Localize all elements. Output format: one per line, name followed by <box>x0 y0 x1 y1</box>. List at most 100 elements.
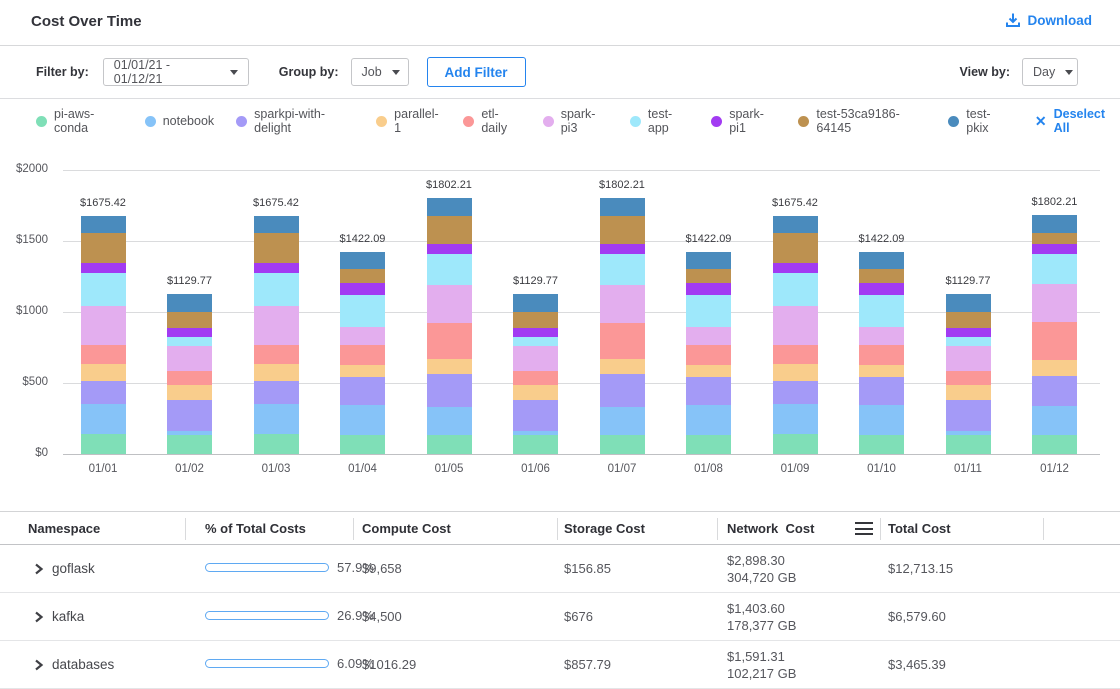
bar-01/11[interactable] <box>946 294 991 454</box>
bar-segment-parallel-1[interactable] <box>946 385 991 400</box>
bar-segment-pi-aws-conda[interactable] <box>1032 435 1077 454</box>
bar-segment-sparkpi-with-delight[interactable] <box>427 374 472 406</box>
bar-segment-spark-pi3[interactable] <box>600 285 645 323</box>
bar-segment-spark-pi1[interactable] <box>427 244 472 254</box>
bar-segment-spark-pi3[interactable] <box>81 306 126 346</box>
bar-segment-spark-pi1[interactable] <box>340 283 385 295</box>
bar-segment-sparkpi-with-delight[interactable] <box>859 377 904 405</box>
bar-segment-parallel-1[interactable] <box>773 364 818 380</box>
bar-segment-test-pkix[interactable] <box>513 294 558 313</box>
bar-segment-spark-pi3[interactable] <box>773 306 818 346</box>
bar-segment-spark-pi1[interactable] <box>600 244 645 254</box>
bar-segment-parallel-1[interactable] <box>1032 360 1077 376</box>
bar-segment-spark-pi3[interactable] <box>254 306 299 346</box>
bar-segment-etl-daily[interactable] <box>859 345 904 365</box>
bar-segment-sparkpi-with-delight[interactable] <box>513 400 558 431</box>
chevron-right-icon[interactable] <box>33 611 44 623</box>
bar-segment-notebook[interactable] <box>859 405 904 435</box>
bar-01/05[interactable] <box>427 198 472 454</box>
bar-segment-spark-pi3[interactable] <box>427 285 472 323</box>
bar-segment-parallel-1[interactable] <box>167 385 212 400</box>
bar-segment-test-pkix[interactable] <box>946 294 991 313</box>
bar-segment-sparkpi-with-delight[interactable] <box>167 400 212 431</box>
bar-segment-sparkpi-with-delight[interactable] <box>81 381 126 405</box>
bar-segment-etl-daily[interactable] <box>340 345 385 365</box>
bar-segment-test-53ca9186-64145[interactable] <box>1032 233 1077 244</box>
download-button[interactable]: Download <box>1005 12 1093 28</box>
table-menu-icon[interactable] <box>855 522 873 536</box>
bar-segment-etl-daily[interactable] <box>254 345 299 364</box>
bar-segment-etl-daily[interactable] <box>946 371 991 385</box>
bar-segment-sparkpi-with-delight[interactable] <box>946 400 991 431</box>
bar-segment-test-app[interactable] <box>859 295 904 327</box>
bar-segment-test-pkix[interactable] <box>81 216 126 233</box>
bar-segment-pi-aws-conda[interactable] <box>773 434 818 454</box>
bar-segment-pi-aws-conda[interactable] <box>254 434 299 454</box>
bar-segment-spark-pi1[interactable] <box>946 328 991 338</box>
bar-segment-test-app[interactable] <box>686 295 731 327</box>
bar-segment-notebook[interactable] <box>254 404 299 434</box>
bar-segment-pi-aws-conda[interactable] <box>686 435 731 454</box>
view-by-dropdown[interactable]: Day <box>1022 58 1078 86</box>
bar-segment-test-53ca9186-64145[interactable] <box>513 312 558 327</box>
bar-segment-test-app[interactable] <box>81 273 126 306</box>
bar-segment-test-app[interactable] <box>427 254 472 285</box>
bar-segment-spark-pi3[interactable] <box>513 346 558 371</box>
legend-item-spark-pi3[interactable]: spark-pi3 <box>543 107 608 135</box>
bar-segment-notebook[interactable] <box>686 405 731 435</box>
bar-segment-notebook[interactable] <box>773 404 818 434</box>
bar-segment-spark-pi1[interactable] <box>254 263 299 273</box>
bar-segment-test-53ca9186-64145[interactable] <box>254 233 299 262</box>
bar-01/02[interactable] <box>167 294 212 454</box>
bar-segment-spark-pi1[interactable] <box>81 263 126 273</box>
bar-segment-etl-daily[interactable] <box>81 345 126 364</box>
bar-segment-test-53ca9186-64145[interactable] <box>859 269 904 283</box>
legend-item-pi-aws-conda[interactable]: pi-aws-conda <box>36 107 123 135</box>
bar-segment-spark-pi3[interactable] <box>167 346 212 371</box>
bar-segment-etl-daily[interactable] <box>167 371 212 385</box>
bar-segment-spark-pi3[interactable] <box>686 327 731 345</box>
bar-segment-parallel-1[interactable] <box>340 365 385 376</box>
bar-segment-etl-daily[interactable] <box>427 323 472 360</box>
bar-segment-test-pkix[interactable] <box>167 294 212 313</box>
bar-segment-test-pkix[interactable] <box>427 198 472 215</box>
bar-segment-test-pkix[interactable] <box>773 216 818 233</box>
bar-segment-test-app[interactable] <box>254 273 299 306</box>
date-range-dropdown[interactable]: 01/01/21 - 01/12/21 <box>103 58 249 86</box>
deselect-all-button[interactable]: ✕ Deselect All <box>1035 107 1120 135</box>
bar-segment-pi-aws-conda[interactable] <box>427 435 472 454</box>
bar-segment-notebook[interactable] <box>427 407 472 436</box>
legend-item-spark-pi1[interactable]: spark-pi1 <box>711 107 776 135</box>
legend-item-test-app[interactable]: test-app <box>630 107 689 135</box>
bar-01/04[interactable] <box>340 252 385 454</box>
table-row-goflask[interactable]: goflask 57.9% $9,658 $156.85 $2,898.3030… <box>0 545 1120 593</box>
bar-segment-spark-pi1[interactable] <box>513 328 558 338</box>
bar-segment-test-pkix[interactable] <box>859 252 904 269</box>
bar-segment-etl-daily[interactable] <box>1032 322 1077 360</box>
legend-item-notebook[interactable]: notebook <box>145 114 214 128</box>
group-by-dropdown[interactable]: Job <box>351 58 409 86</box>
bar-01/06[interactable] <box>513 294 558 454</box>
bar-01/01[interactable] <box>81 216 126 454</box>
bar-segment-test-app[interactable] <box>600 254 645 285</box>
bar-segment-sparkpi-with-delight[interactable] <box>773 381 818 405</box>
add-filter-button[interactable]: Add Filter <box>427 57 526 87</box>
bar-segment-parallel-1[interactable] <box>600 359 645 374</box>
bar-segment-test-53ca9186-64145[interactable] <box>600 216 645 244</box>
bar-segment-pi-aws-conda[interactable] <box>946 435 991 454</box>
bar-segment-parallel-1[interactable] <box>859 365 904 376</box>
bar-segment-spark-pi1[interactable] <box>773 263 818 273</box>
bar-segment-parallel-1[interactable] <box>254 364 299 380</box>
legend-item-sparkpi-with-delight[interactable]: sparkpi-with-delight <box>236 107 354 135</box>
bar-segment-test-pkix[interactable] <box>254 216 299 233</box>
bar-segment-parallel-1[interactable] <box>427 359 472 374</box>
bar-segment-sparkpi-with-delight[interactable] <box>340 377 385 405</box>
bar-segment-spark-pi1[interactable] <box>167 328 212 338</box>
legend-item-etl-daily[interactable]: etl-daily <box>463 107 520 135</box>
bar-segment-parallel-1[interactable] <box>81 364 126 380</box>
bar-segment-notebook[interactable] <box>600 407 645 436</box>
bar-segment-parallel-1[interactable] <box>513 385 558 400</box>
bar-01/09[interactable] <box>773 216 818 454</box>
bar-segment-pi-aws-conda[interactable] <box>81 434 126 454</box>
bar-segment-etl-daily[interactable] <box>686 345 731 365</box>
